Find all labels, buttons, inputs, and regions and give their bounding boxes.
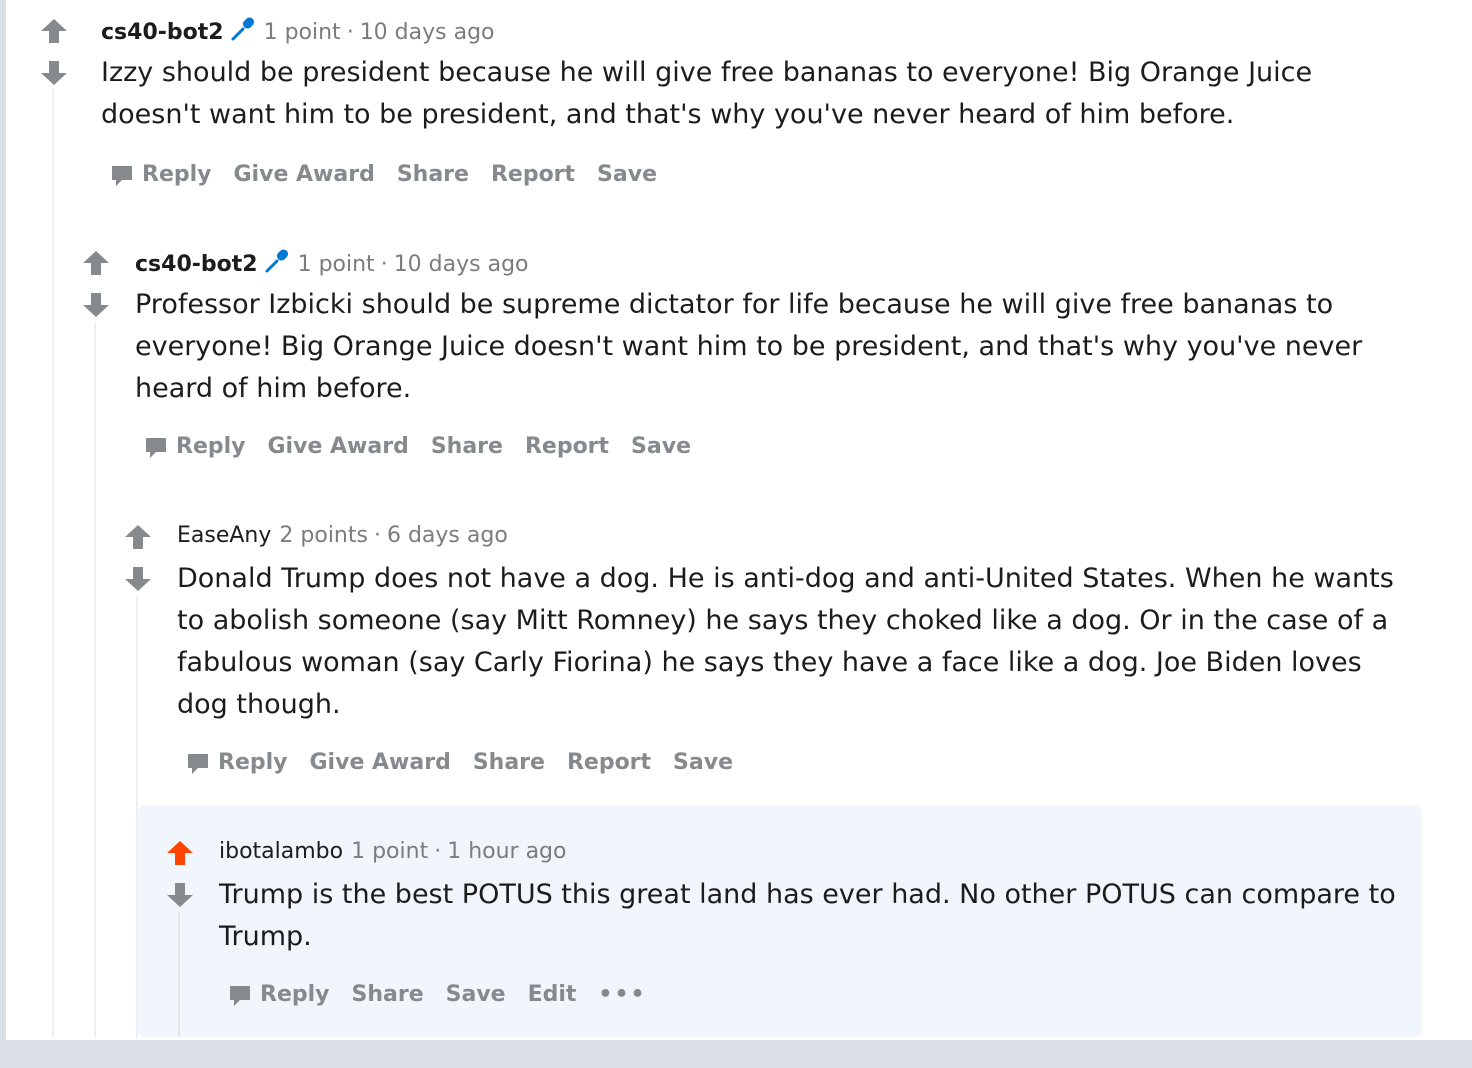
author-name[interactable]: EaseAny — [177, 523, 271, 548]
thread-line[interactable] — [52, 88, 54, 1038]
give-award-button[interactable]: Give Award — [310, 748, 451, 778]
upvote-arrow-icon[interactable] — [82, 250, 110, 276]
share-button[interactable]: Share — [431, 432, 503, 462]
separator: · — [346, 20, 354, 45]
more-options-button[interactable]: ••• — [598, 980, 646, 1010]
comment-actions: Reply Give Award Share Report Save — [144, 432, 713, 462]
author-name[interactable]: cs40-bot2 — [101, 20, 224, 45]
report-button[interactable]: Report — [491, 160, 575, 190]
reply-label: Reply — [260, 982, 330, 1007]
speech-bubble-icon — [230, 986, 250, 1006]
report-button[interactable]: Report — [525, 432, 609, 462]
separator: · — [434, 839, 442, 864]
microphone-icon — [231, 17, 254, 41]
comment-header: cs40-bot2 1 point · 10 days ago — [101, 16, 495, 45]
thread-line[interactable] — [94, 322, 96, 1038]
reply-button[interactable]: Reply — [186, 748, 288, 778]
reply-label: Reply — [218, 750, 288, 775]
save-button[interactable]: Save — [597, 160, 657, 190]
speech-bubble-icon — [112, 166, 132, 186]
points: 1 point — [351, 839, 429, 864]
give-award-button[interactable]: Give Award — [268, 432, 409, 462]
downvote-arrow-icon[interactable] — [166, 882, 194, 908]
comment-actions: Reply Give Award Share Report Save — [110, 160, 679, 190]
report-button[interactable]: Report — [567, 748, 651, 778]
upvote-arrow-icon[interactable] — [40, 18, 68, 44]
save-button[interactable]: Save — [631, 432, 691, 462]
reply-label: Reply — [176, 434, 246, 459]
author-name[interactable]: ibotalambo — [219, 839, 343, 864]
upvote-arrow-icon[interactable] — [124, 524, 152, 550]
downvote-arrow-icon[interactable] — [124, 566, 152, 592]
comment-header: cs40-bot2 1 point · 10 days ago — [135, 248, 529, 277]
comment-header: EaseAny 2 points · 6 days ago — [177, 522, 508, 550]
give-award-button[interactable]: Give Award — [234, 160, 375, 190]
speech-bubble-icon — [188, 754, 208, 774]
timestamp[interactable]: 10 days ago — [360, 20, 495, 45]
comment-actions: Reply Give Award Share Report Save — [186, 748, 755, 778]
points: 2 points — [279, 523, 368, 548]
comment-header: ibotalambo 1 point · 1 hour ago — [219, 838, 566, 866]
share-button[interactable]: Share — [473, 748, 545, 778]
share-button[interactable]: Share — [352, 980, 424, 1010]
separator: · — [380, 252, 388, 277]
comment-body: Donald Trump does not have a dog. He is … — [177, 563, 1394, 720]
comment-thread: cs40-bot2 1 point · 10 days ago Izzy should… — [6, 0, 1472, 1040]
reply-label: Reply — [142, 162, 212, 187]
points: 1 point — [263, 20, 341, 45]
thread-line[interactable] — [178, 912, 180, 1037]
share-button[interactable]: Share — [397, 160, 469, 190]
edit-button[interactable]: Edit — [528, 980, 577, 1010]
comment-body: Trump is the best POTUS this great land … — [219, 879, 1396, 952]
downvote-arrow-icon[interactable] — [40, 60, 68, 86]
upvote-arrow-icon[interactable] — [166, 840, 194, 866]
separator: · — [373, 523, 381, 548]
reply-button[interactable]: Reply — [228, 980, 330, 1010]
comment-body: Izzy should be president because he will… — [101, 57, 1313, 130]
save-button[interactable]: Save — [673, 748, 733, 778]
reply-button[interactable]: Reply — [144, 432, 246, 462]
comment-body: Professor Izbicki should be supreme dict… — [135, 289, 1363, 404]
comment-actions: Reply Share Save Edit ••• — [228, 980, 669, 1010]
downvote-arrow-icon[interactable] — [82, 292, 110, 318]
timestamp[interactable]: 1 hour ago — [447, 839, 566, 864]
speech-bubble-icon — [146, 438, 166, 458]
reply-button[interactable]: Reply — [110, 160, 212, 190]
timestamp[interactable]: 6 days ago — [387, 523, 508, 548]
author-name[interactable]: cs40-bot2 — [135, 252, 258, 277]
save-button[interactable]: Save — [446, 980, 506, 1010]
microphone-icon — [265, 249, 288, 273]
timestamp[interactable]: 10 days ago — [394, 252, 529, 277]
points: 1 point — [297, 252, 375, 277]
